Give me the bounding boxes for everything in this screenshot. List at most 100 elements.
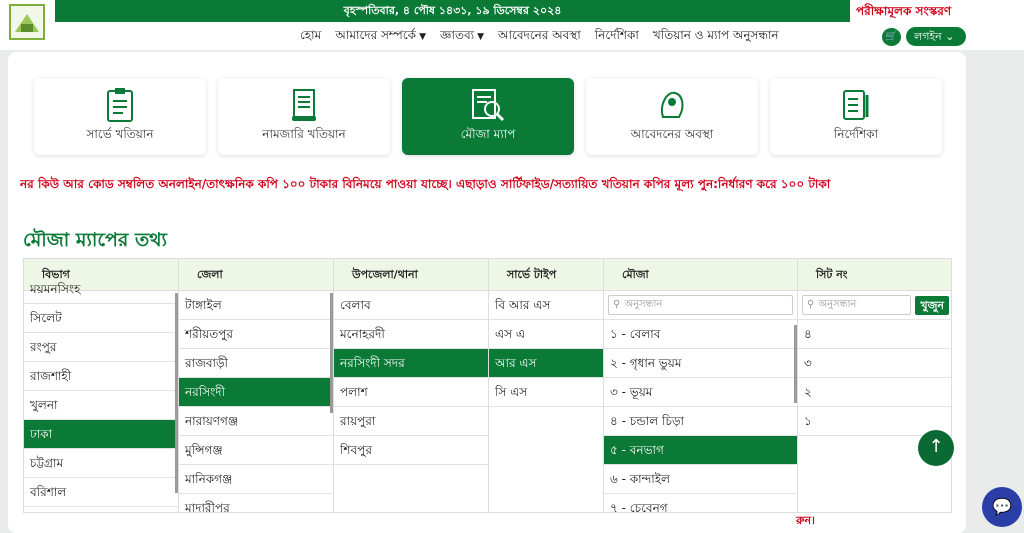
beta-label: পরীক্ষামূলক সংস্করণ	[856, 4, 952, 18]
column-district: জেলা টাঙ্গাইল শরীয়তপুর রাজবাড়ী নরসিংদী…	[179, 259, 334, 512]
column-header: মৌজা	[604, 259, 797, 291]
card-mouza-map[interactable]: মৌজা ম্যাপ	[402, 78, 574, 155]
login-label: লগইন	[914, 30, 942, 43]
column-header: সিট নং	[798, 259, 951, 291]
date-bar: বৃহস্পতিবার, ৪ পৌষ ১৪৩১, ১৯ ডিসেম্বর ২০২…	[55, 0, 850, 22]
list-item[interactable]: মুন্সিগঞ্জ	[179, 436, 333, 465]
list-item[interactable]: পলাশ	[334, 378, 488, 407]
list-item[interactable]: নারায়ণগঞ্জ	[179, 407, 333, 436]
arrow-up-icon: ↑	[928, 436, 944, 457]
column-mouza: মৌজা ⚲ অনুসন্ধান ১ - বেলাব ২ - গৃধান ভুয়…	[604, 259, 798, 512]
mouza-search-input[interactable]: ⚲ অনুসন্ধান	[608, 295, 793, 315]
list-item-selected[interactable]: আর এস	[489, 349, 603, 378]
scroll-icon	[292, 89, 316, 121]
chat-icon: 💬	[992, 497, 1012, 516]
nav-about[interactable]: আমাদের সম্পর্কে ▼	[335, 27, 426, 47]
card-label: মৌজা ম্যাপ	[460, 127, 516, 141]
list-item[interactable]: ৪ - চন্ডাল চিড়া	[604, 407, 797, 436]
scrollbar[interactable]	[794, 325, 797, 403]
clipboard-icon	[107, 88, 133, 122]
list-item[interactable]: ৩	[798, 349, 951, 378]
column-header: সার্ভে টাইপ	[489, 259, 603, 291]
card-label: নির্দেশিকা	[833, 127, 879, 141]
list-item[interactable]: মনোহরদী	[334, 320, 488, 349]
checklist-icon	[843, 90, 869, 120]
list-item[interactable]: চট্টগ্রাম	[24, 449, 178, 478]
list-item[interactable]: রাজবাড়ী	[179, 349, 333, 378]
column-upazila: উপজেলা/থানা বেলাব মনোহরদী নরসিংদী সদর পল…	[334, 259, 489, 512]
card-guidelines[interactable]: নির্দেশিকা	[770, 78, 942, 155]
list-item[interactable]: ৪	[798, 320, 951, 349]
list-item[interactable]: মানিকগঞ্জ	[179, 465, 333, 494]
chevron-down-icon: ▼	[477, 32, 485, 42]
list-item[interactable]: সি এস	[489, 378, 603, 407]
scrollbar[interactable]	[330, 293, 333, 413]
list-item[interactable]: ৬ - কান্দাইল	[604, 465, 797, 494]
list-item[interactable]: বেলাব	[334, 291, 488, 320]
column-header: উপজেলা/থানা	[334, 259, 488, 291]
list-item-selected[interactable]: নরসিংদী সদর	[334, 349, 488, 378]
cart-icon[interactable]: 🛒	[882, 28, 901, 46]
main-nav: হোম আমাদের সম্পর্কে ▼ জ্ঞাতব্য ▼ আবেদনের অ…	[300, 27, 779, 47]
nav-home[interactable]: হোম	[300, 27, 321, 47]
list-item[interactable]: ময়মনসিংহ	[24, 275, 178, 304]
scrollbar[interactable]	[175, 293, 178, 493]
section-title: মৌজা ম্যাপের তথ্য	[23, 229, 168, 251]
list-item[interactable]: ২ - গৃধান ভুয়ম	[604, 349, 797, 378]
card-namjari-khatian[interactable]: নামজারি খতিয়ান	[218, 78, 390, 155]
search-button[interactable]: খুজুন	[915, 295, 949, 315]
scroll-to-top-button[interactable]: ↑	[918, 430, 954, 466]
sheet-search: ⚲ অনুসন্ধান খুজুন	[798, 291, 951, 320]
nav-application-status[interactable]: আবেদনের অবস্থা	[498, 27, 581, 47]
nav-guidelines[interactable]: নির্দেশিকা	[595, 27, 639, 47]
column-sheet: সিট নং ⚲ অনুসন্ধান খুজুন ৪ ৩ ২ ১	[798, 259, 951, 512]
nav-about-label: আমাদের সম্পর্কে	[335, 28, 417, 42]
search-placeholder: অনুসন্ধান	[624, 299, 663, 310]
column-header: জেলা	[179, 259, 333, 291]
mouza-search: ⚲ অনুসন্ধান	[604, 291, 797, 320]
list-item[interactable]: বি আর এস	[489, 291, 603, 320]
card-label: সার্ভে খতিয়ান	[86, 127, 154, 141]
list-item[interactable]: রংপুর	[24, 333, 178, 362]
nav-khatian-map-search[interactable]: খতিয়ান ও ম্যাপ অনুসন্ধান	[653, 27, 779, 47]
list-item[interactable]: রায়পুরা	[334, 407, 488, 436]
nav-info-label: জ্ঞাতব্য	[439, 28, 475, 42]
column-division: বিভাগ ময়মনসিংহ সিলেট রংপুর রাজশাহী খুলন…	[24, 259, 179, 512]
list-item[interactable]: শরীয়তপুর	[179, 320, 333, 349]
list-item-selected[interactable]: ৫ - বনভাগ	[604, 436, 797, 465]
list-item[interactable]: সিলেট	[24, 304, 178, 333]
list-item[interactable]: ৩ - ভূয়ম	[604, 378, 797, 407]
column-survey-type: সার্ভে টাইপ বি আর এস এস এ আর এস সি এস	[489, 259, 604, 512]
top-header: বৃহস্পতিবার, ৪ পৌষ ১৪৩১, ১৯ ডিসেম্বর ২০২…	[0, 0, 1024, 50]
card-application-status[interactable]: আবেদনের অবস্থা	[586, 78, 758, 155]
list-item-selected[interactable]: ঢাকা	[24, 420, 178, 449]
notice-fragment: রুন।	[796, 514, 815, 527]
search-icon: ⚲	[807, 299, 815, 310]
card-label: আবেদনের অবস্থা	[630, 127, 714, 141]
chevron-down-icon: ▼	[419, 32, 426, 42]
list-item[interactable]: টাঙ্গাইল	[179, 291, 333, 320]
card-label: নামজারি খতিয়ান	[262, 127, 346, 141]
sheet-search-input[interactable]: ⚲ অনুসন্ধান	[802, 295, 912, 315]
site-logo[interactable]	[9, 4, 45, 40]
login-button[interactable]: লগইন ⌄	[906, 27, 966, 46]
chevron-down-icon: ⌄	[945, 30, 955, 43]
list-item[interactable]: রাজশাহী	[24, 362, 178, 391]
chat-button[interactable]: 💬	[982, 487, 1022, 527]
list-item[interactable]: মাদারীপুর	[179, 494, 333, 512]
list-item[interactable]: বরিশাল	[24, 478, 178, 507]
list-item[interactable]: খুলনা	[24, 391, 178, 420]
list-item[interactable]: ২	[798, 378, 951, 407]
list-item[interactable]: ৭ - চেবেনগ	[604, 494, 797, 512]
map-selector-grid: বিভাগ ময়মনসিংহ সিলেট রংপুর রাজশাহী খুলন…	[23, 258, 952, 513]
search-icon: ⚲	[613, 299, 621, 310]
list-item[interactable]: এস এ	[489, 320, 603, 349]
map-pin-icon	[661, 91, 684, 118]
list-item[interactable]: ১ - বেলাব	[604, 320, 797, 349]
document-search-icon	[472, 89, 505, 122]
list-item[interactable]: শিবপুর	[334, 436, 488, 465]
list-item-selected[interactable]: নরসিংদী	[179, 378, 333, 407]
card-survey-khatian[interactable]: সার্ভে খতিয়ান	[34, 78, 206, 155]
search-placeholder: অনুসন্ধান	[818, 299, 857, 310]
nav-info[interactable]: জ্ঞাতব্য ▼	[440, 27, 484, 47]
